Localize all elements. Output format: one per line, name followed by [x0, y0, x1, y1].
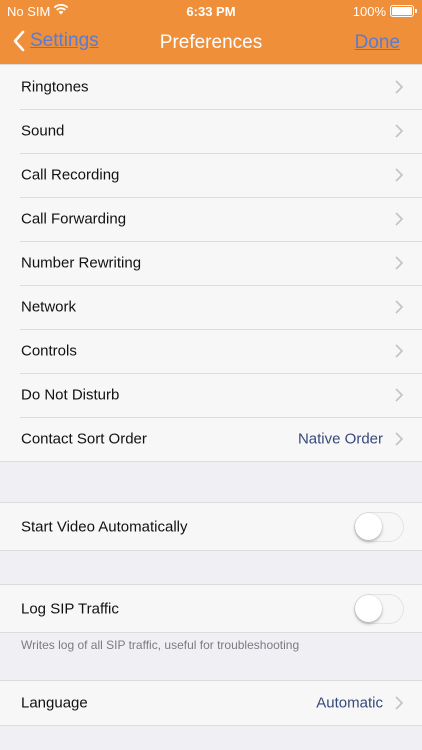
- contact-sort-order-value: Native Order: [297, 430, 383, 448]
- list-item-label: Sound: [21, 122, 65, 140]
- list-item-network[interactable]: Network: [0, 285, 422, 329]
- list-item-label: Network: [21, 298, 77, 316]
- sip-footnote: Writes log of all SIP traffic, useful fo…: [21, 638, 300, 652]
- list-item-number-rewriting[interactable]: Number Rewriting: [0, 241, 422, 285]
- list-item-ringtones[interactable]: Ringtones: [0, 65, 422, 109]
- video-section: Start Video Automatically: [0, 502, 422, 551]
- list-item-label: Do Not Disturb: [21, 386, 120, 404]
- status-bar: No SIM 6:33 PM 100%: [0, 0, 422, 22]
- list-item-label: Controls: [21, 342, 77, 360]
- chevron-right-icon: [395, 344, 403, 358]
- list-item-label: Ringtones: [21, 78, 89, 96]
- list-item-label: Number Rewriting: [21, 254, 142, 272]
- list-item-contact-sort-order[interactable]: Contact Sort Order Native Order: [0, 417, 422, 461]
- toggle-knob: [355, 512, 382, 540]
- preferences-list: Ringtones Sound Call Recording Call Forw…: [0, 64, 422, 462]
- language-row[interactable]: Language Automatic: [0, 681, 422, 725]
- list-item-do-not-disturb[interactable]: Do Not Disturb: [0, 373, 422, 417]
- chevron-right-icon: [395, 388, 403, 402]
- log-sip-label: Log SIP Traffic: [21, 600, 119, 617]
- chevron-right-icon: [395, 696, 403, 710]
- list-item-label: Call Recording: [21, 166, 120, 184]
- sip-section: Log SIP Traffic: [0, 584, 422, 633]
- toggle-knob: [355, 594, 382, 622]
- start-video-label: Start Video Automatically: [21, 518, 188, 535]
- battery-icon: [390, 5, 417, 17]
- battery-percent: 100%: [352, 4, 386, 19]
- nav-bar: Settings Preferences Done: [0, 22, 422, 65]
- chevron-right-icon: [395, 432, 403, 446]
- navigation-header: No SIM 6:33 PM 100% Settings Preferences…: [0, 0, 422, 65]
- chevron-right-icon: [395, 80, 403, 94]
- done-button[interactable]: Done: [355, 32, 400, 54]
- chevron-right-icon: [395, 256, 403, 270]
- start-video-toggle[interactable]: [354, 511, 404, 542]
- list-item-label: Call Forwarding: [21, 210, 127, 228]
- chevron-right-icon: [395, 124, 403, 138]
- language-label: Language: [21, 694, 88, 712]
- list-item-label: Contact Sort Order: [21, 430, 147, 448]
- list-item-sound[interactable]: Sound: [0, 109, 422, 153]
- log-sip-row: Log SIP Traffic: [0, 585, 422, 632]
- chevron-right-icon: [395, 168, 403, 182]
- language-value: Automatic: [316, 694, 383, 712]
- chevron-right-icon: [395, 212, 403, 226]
- list-item-controls[interactable]: Controls: [0, 329, 422, 373]
- language-section: Language Automatic: [0, 680, 422, 726]
- chevron-right-icon: [395, 300, 403, 314]
- log-sip-toggle[interactable]: [354, 593, 404, 624]
- list-item-call-forwarding[interactable]: Call Forwarding: [0, 197, 422, 241]
- start-video-row: Start Video Automatically: [0, 503, 422, 550]
- list-item-call-recording[interactable]: Call Recording: [0, 153, 422, 197]
